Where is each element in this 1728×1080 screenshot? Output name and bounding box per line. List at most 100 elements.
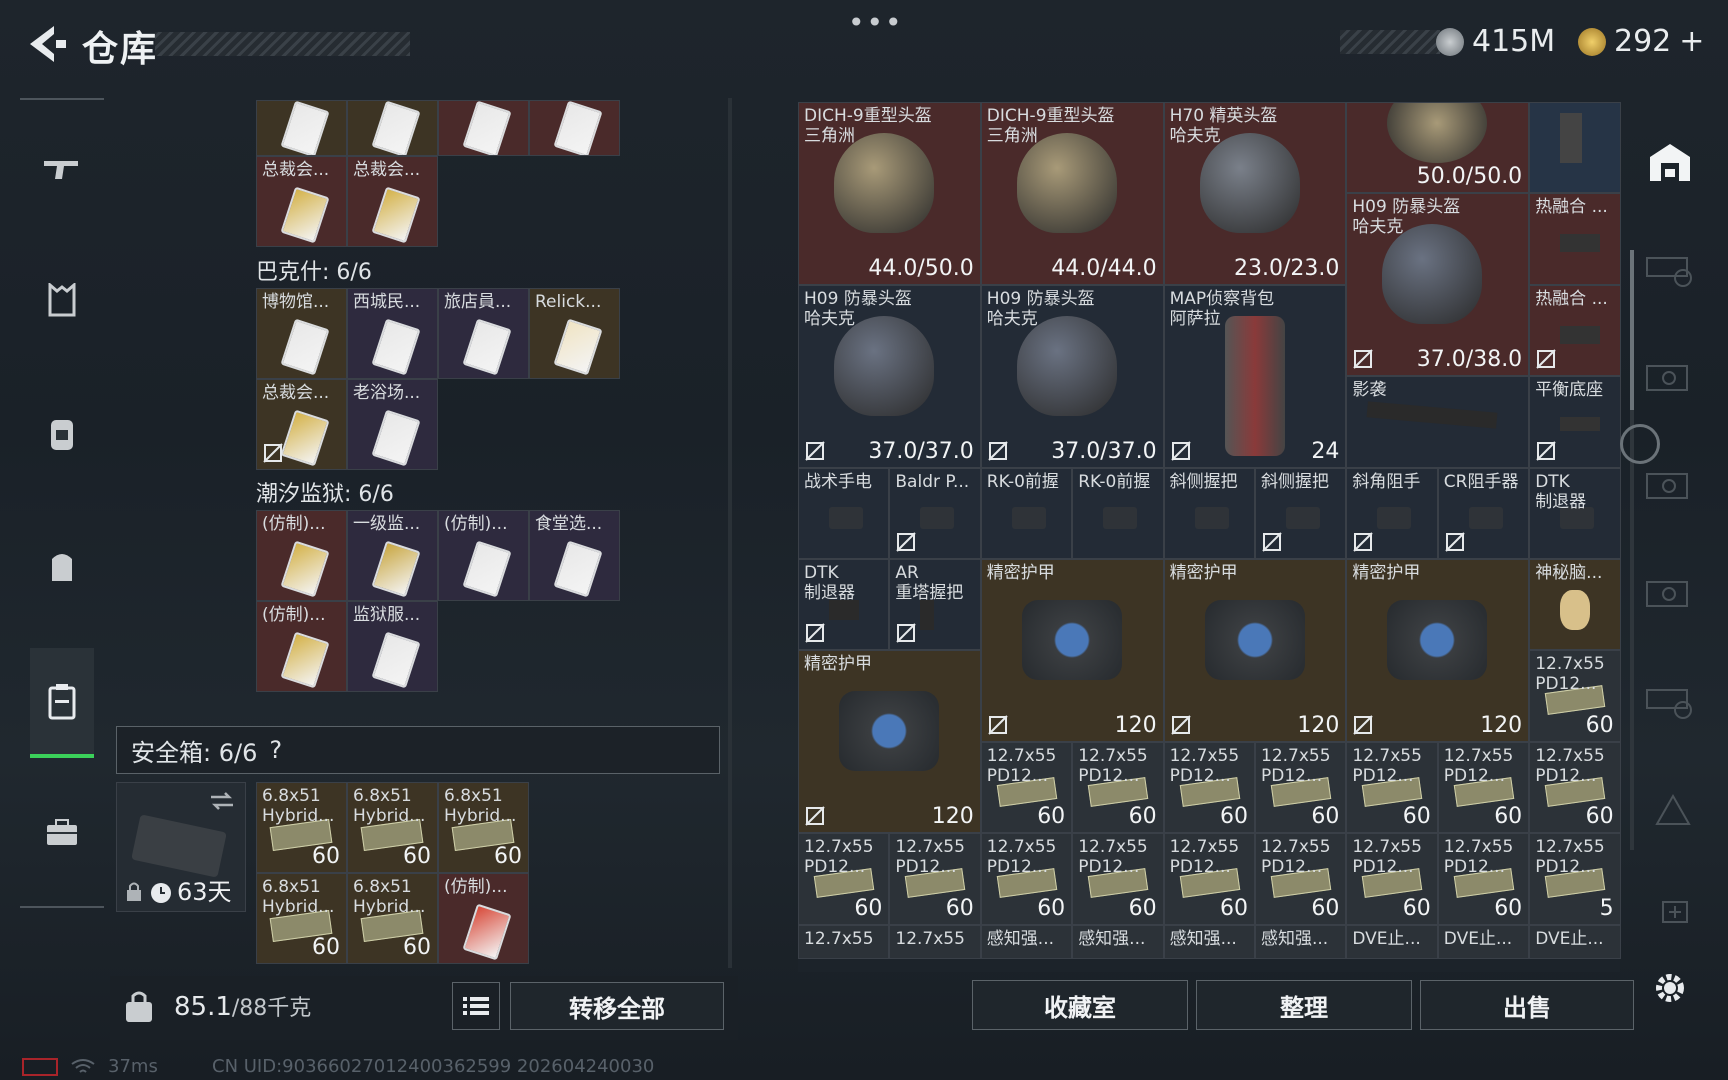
item-slot[interactable]: 6.8x51 Hybrid... 60 xyxy=(347,873,438,964)
item-slot[interactable]: 6.8x51 Hybrid... 60 xyxy=(256,782,347,873)
item-slot[interactable]: 热融合 ... xyxy=(1529,193,1621,285)
item-slot[interactable]: 12.7x55 PD12... 60 xyxy=(980,741,1073,834)
item-slot[interactable] xyxy=(529,100,620,156)
item-slot[interactable]: H09 防暴头盔 哈夫克 37.0/37.0 xyxy=(798,284,981,468)
item-slot[interactable]: 12.7x55 xyxy=(798,924,890,959)
item-slot[interactable]: 12.7x55 PD12... 5 xyxy=(1529,833,1621,925)
item-slot[interactable]: DTK 制退器 xyxy=(798,559,890,651)
item-slot[interactable]: H70 精英头盔 哈夫克 23.0/23.0 xyxy=(1163,102,1347,285)
item-slot[interactable]: 12.7x55 PD12... 60 xyxy=(1163,741,1255,834)
stash-tab-main[interactable] xyxy=(1640,134,1700,190)
stash-tab-gti[interactable] xyxy=(1640,240,1700,296)
list-view-button[interactable] xyxy=(452,982,500,1030)
item-slot[interactable]: (仿制)... xyxy=(438,873,529,964)
nav-backpack[interactable] xyxy=(20,516,104,616)
item-slot[interactable]: DTK 制退器 xyxy=(1529,467,1621,559)
sell-button[interactable]: 出售 xyxy=(1420,980,1634,1030)
nav-armor[interactable] xyxy=(20,250,104,350)
item-slot[interactable]: 12.7x55 PD12... 60 xyxy=(1529,650,1621,742)
item-slot[interactable]: H09 防暴头盔 哈夫克 37.0/37.0 xyxy=(980,284,1164,468)
item-slot[interactable]: 博物馆... xyxy=(256,288,347,379)
item-slot[interactable]: 老浴场... xyxy=(347,379,438,470)
item-slot[interactable]: RK-0前握 xyxy=(1072,467,1164,559)
collection-room-button[interactable]: 收藏室 xyxy=(972,980,1188,1030)
item-slot[interactable]: 12.7x55 xyxy=(889,924,981,959)
item-slot[interactable]: 12.7x55 PD12... 60 xyxy=(1072,741,1164,834)
item-slot[interactable]: 斜角阻手 xyxy=(1346,467,1438,559)
stash-tab-iv2[interactable] xyxy=(1640,880,1700,936)
item-slot[interactable]: DVE止... xyxy=(1529,924,1621,959)
item-slot[interactable]: DICH-9重型头盔 三角洲 44.0/44.0 xyxy=(980,102,1164,285)
item-slot[interactable]: 6.8x51 Hybrid... 60 xyxy=(347,782,438,873)
back-button[interactable] xyxy=(20,22,70,66)
item-slot[interactable]: 6.8x51 Hybrid... 60 xyxy=(256,873,347,964)
stash-tab-iv1[interactable] xyxy=(1640,780,1700,836)
item-slot[interactable]: CR阻手器 xyxy=(1437,467,1530,559)
item-slot[interactable]: 50.0/50.0 xyxy=(1346,102,1530,194)
item-slot[interactable]: 平衡底座 xyxy=(1529,376,1621,468)
item-slot[interactable]: AR 重塔握把 xyxy=(889,559,981,651)
safe-box-slot[interactable]: 63天 xyxy=(116,782,246,912)
item-slot[interactable]: 总裁会... xyxy=(347,156,438,247)
item-slot[interactable]: 一级监... xyxy=(347,510,438,601)
item-slot[interactable]: 神秘脑... xyxy=(1529,559,1621,651)
settings-button[interactable] xyxy=(1640,960,1700,1016)
item-slot[interactable]: 12.7x55 PD12... 60 xyxy=(798,833,890,925)
item-slot[interactable] xyxy=(256,100,347,156)
item-slot[interactable]: 12.7x55 PD12... 60 xyxy=(1255,741,1347,834)
item-slot[interactable]: 精密护甲 120 xyxy=(798,650,981,834)
item-slot[interactable]: 精密护甲 120 xyxy=(1346,559,1530,742)
item-slot[interactable]: (仿制)... xyxy=(438,510,529,601)
item-slot[interactable]: 感知强... xyxy=(1163,924,1255,959)
item-slot[interactable] xyxy=(347,100,438,156)
item-slot[interactable]: 食堂选... xyxy=(529,510,620,601)
item-slot[interactable]: 12.7x55 PD12... 60 xyxy=(1163,833,1255,925)
item-slot[interactable]: 总裁会... xyxy=(256,379,347,470)
item-slot[interactable]: 感知强... xyxy=(980,924,1073,959)
sort-button[interactable]: 整理 xyxy=(1196,980,1412,1030)
nav-weapons[interactable] xyxy=(20,118,104,218)
item-slot[interactable]: 影袭 xyxy=(1346,376,1530,468)
item-slot[interactable]: 12.7x55 PD12... 60 xyxy=(1255,833,1347,925)
nav-rig[interactable] xyxy=(20,384,104,484)
help-button[interactable]: ? xyxy=(269,736,282,764)
item-slot[interactable]: 12.7x55 PD12... 60 xyxy=(1072,833,1164,925)
item-slot[interactable]: 12.7x55 PD12... 60 xyxy=(1437,741,1530,834)
item-slot[interactable]: 精密护甲 120 xyxy=(1163,559,1347,742)
nav-briefcase[interactable] xyxy=(20,782,104,882)
item-slot[interactable]: (仿制)... xyxy=(256,510,347,601)
item-slot[interactable]: 战术手电 xyxy=(798,467,890,559)
item-slot[interactable]: H09 防暴头盔 哈夫克 37.0/38.0 xyxy=(1346,193,1530,377)
item-slot[interactable]: Baldr P... xyxy=(889,467,981,559)
item-slot[interactable]: 感知强... xyxy=(1255,924,1347,959)
item-slot[interactable]: 西城民... xyxy=(347,288,438,379)
panel-scrollbar[interactable] xyxy=(728,98,732,968)
more-menu-button[interactable]: ••• xyxy=(848,6,904,39)
item-slot[interactable] xyxy=(1529,102,1621,194)
item-slot[interactable]: 斜侧握把 xyxy=(1255,467,1347,559)
item-slot[interactable]: 感知强... xyxy=(1072,924,1164,959)
item-slot[interactable]: DICH-9重型头盔 三角洲 44.0/50.0 xyxy=(798,102,981,285)
transfer-all-button[interactable]: 转移全部 xyxy=(510,982,724,1030)
item-slot[interactable] xyxy=(438,100,529,156)
stash-tab-v1[interactable] xyxy=(1640,348,1700,404)
currency-b[interactable]: 292 + xyxy=(1578,24,1704,59)
scrollbar-thumb[interactable] xyxy=(1630,250,1634,410)
item-slot[interactable]: (仿制)... xyxy=(256,601,347,692)
stash-tab-v2[interactable] xyxy=(1640,456,1700,512)
stash-tab-v3[interactable] xyxy=(1640,564,1700,620)
item-slot[interactable]: Relick... xyxy=(529,288,620,379)
item-slot[interactable]: 监狱服... xyxy=(347,601,438,692)
item-slot[interactable]: 12.7x55 PD12... 60 xyxy=(980,833,1073,925)
item-slot[interactable]: 总裁会... xyxy=(256,156,347,247)
item-slot[interactable]: DVE止... xyxy=(1437,924,1530,959)
item-slot[interactable]: 12.7x55 PD12... 60 xyxy=(1437,833,1530,925)
item-slot[interactable]: 斜侧握把 xyxy=(1163,467,1255,559)
item-slot[interactable]: 12.7x55 PD12... 60 xyxy=(889,833,981,925)
item-slot[interactable]: 热融合 ... xyxy=(1529,284,1621,377)
item-slot[interactable]: 精密护甲 120 xyxy=(980,559,1164,742)
stash-tab-gti2[interactable] xyxy=(1640,672,1700,728)
item-slot[interactable]: 6.8x51 Hybrid... 60 xyxy=(438,782,529,873)
item-slot[interactable]: 12.7x55 PD12... 60 xyxy=(1346,833,1438,925)
item-slot[interactable]: 12.7x55 PD12... 60 xyxy=(1346,741,1438,834)
